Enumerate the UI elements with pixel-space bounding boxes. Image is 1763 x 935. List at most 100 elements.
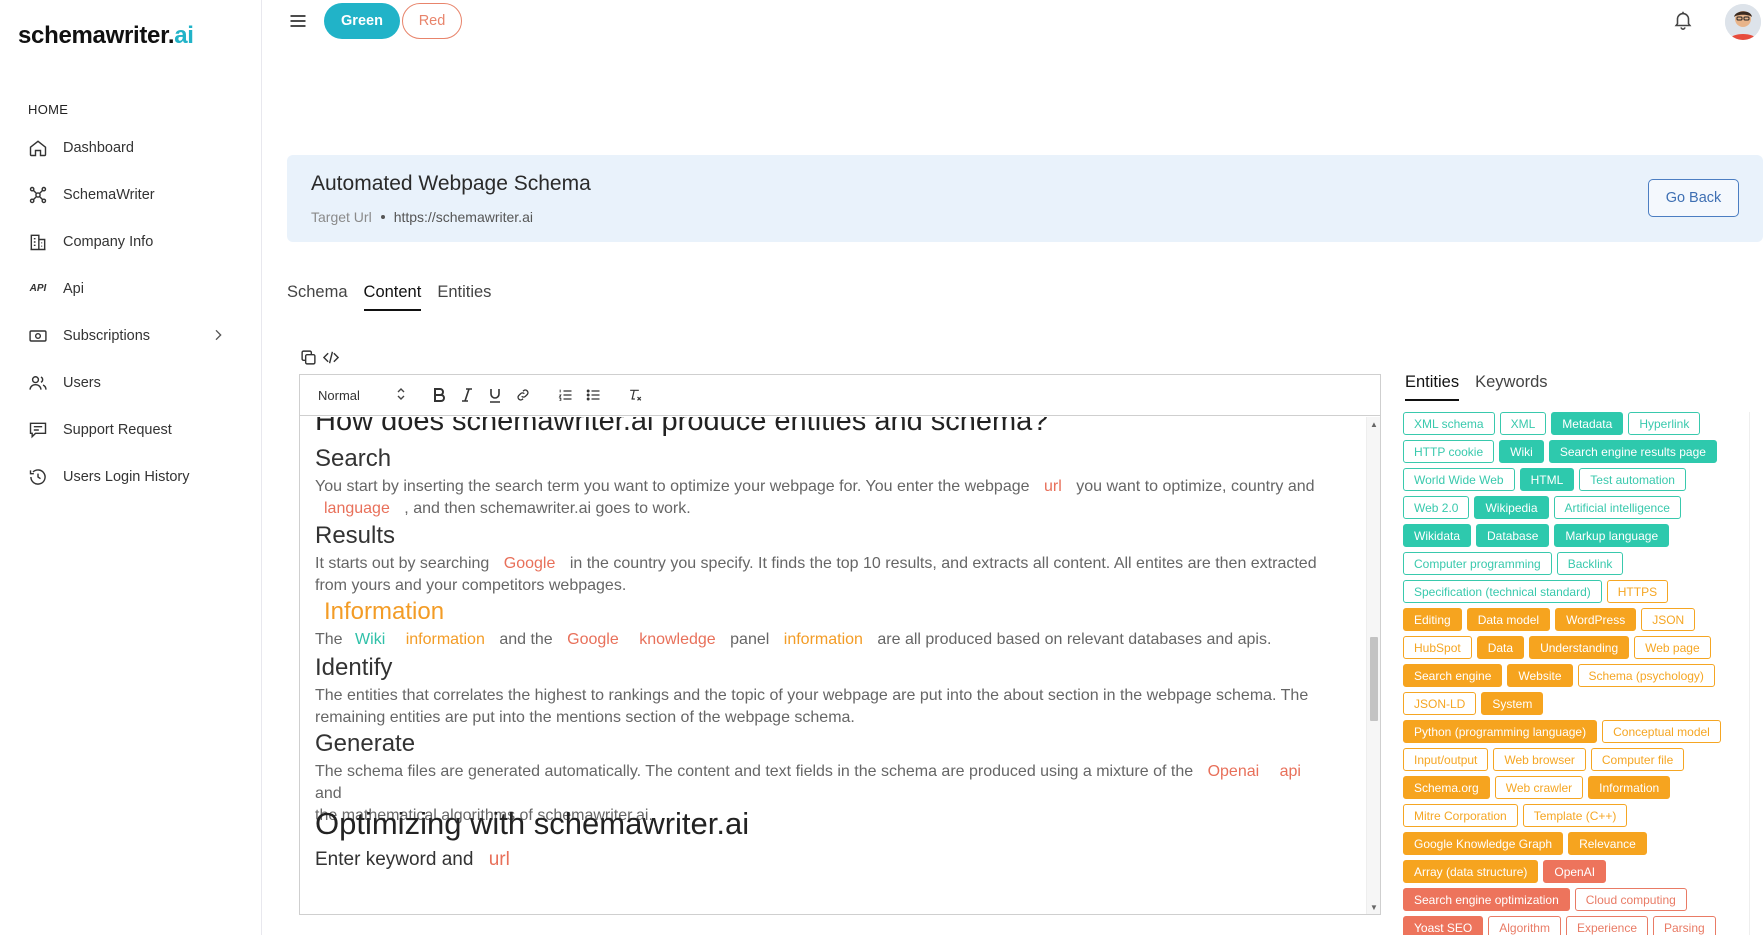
bullet-list-icon[interactable] [584,386,602,404]
entity-chip[interactable]: Parsing [1653,916,1716,935]
editor-content[interactable]: How does schemawriter.ai produce entitie… [300,417,1366,914]
entity-chip[interactable]: Schema.org [1403,776,1490,799]
italic-icon[interactable] [458,386,476,404]
entity-chip[interactable]: Cloud computing [1574,888,1687,911]
entity-chip[interactable]: Website [1507,664,1573,687]
entity-chip[interactable]: WordPress [1555,608,1637,631]
menu-icon[interactable] [288,11,308,31]
heading-information[interactable]: Information [324,598,1336,626]
red-theme-button[interactable]: Red [402,3,462,39]
entity-link-api[interactable]: api [1280,763,1301,780]
entity-chip[interactable]: HTTPS [1606,580,1669,603]
code-icon[interactable] [322,349,340,366]
entity-chip[interactable]: Web crawler [1494,776,1584,799]
entity-chip[interactable]: Yoast SEO [1403,916,1484,935]
brand-logo[interactable]: schemawriter.ai [18,22,194,50]
entity-chip[interactable]: Markup language [1554,524,1670,547]
entity-chip[interactable]: Conceptual model [1602,720,1721,743]
entity-chip[interactable]: Python (programming language) [1403,720,1598,743]
entity-chip[interactable]: Mitre Corporation [1403,804,1518,827]
green-theme-button[interactable]: Green [324,3,400,39]
tab-schema[interactable]: Schema [287,283,348,311]
link-icon[interactable] [514,386,532,404]
entity-chip[interactable]: Google Knowledge Graph [1403,832,1564,855]
go-back-button[interactable]: Go Back [1648,179,1739,217]
entity-chip[interactable]: JSON-LD [1403,692,1477,715]
clear-format-icon[interactable] [626,386,644,404]
entity-chip[interactable]: Algorithm [1488,916,1561,935]
format-select[interactable]: Normal [318,387,406,404]
entity-chip[interactable]: Backlink [1556,552,1624,575]
entity-chip[interactable]: System [1481,692,1544,715]
entity-chip[interactable]: Web page [1634,636,1711,659]
entity-chip[interactable]: Test automation [1579,468,1686,491]
entity-chip[interactable]: Wikidata [1403,524,1472,547]
entity-chip[interactable]: Array (data structure) [1403,860,1539,883]
entity-link-language[interactable]: language [324,500,390,517]
entity-chip[interactable]: Computer file [1590,748,1685,771]
entity-chip[interactable]: Template (C++) [1522,804,1628,827]
sidebar-item-users-login-history[interactable]: Users Login History [0,453,262,500]
entity-chip[interactable]: Experience [1565,916,1648,935]
entity-chip[interactable]: JSON [1641,608,1696,631]
entity-link-openai[interactable]: Openai [1208,763,1260,780]
entity-chip[interactable]: HTML [1519,468,1575,491]
entity-chip[interactable]: Artificial intelligence [1553,496,1681,519]
entity-chip[interactable]: Hyperlink [1628,412,1701,435]
entity-chip[interactable]: Web 2.0 [1403,496,1470,519]
sidebar-item-company-info[interactable]: Company Info [0,218,262,265]
entity-chip[interactable]: Editing [1403,608,1462,631]
entity-link-google[interactable]: Google [504,555,556,572]
entity-chip[interactable]: Metadata [1551,412,1624,435]
entity-chip[interactable]: XML schema [1403,412,1495,435]
sidebar-item-dashboard[interactable]: Dashboard [0,124,262,171]
entity-chip[interactable]: XML [1499,412,1547,435]
entity-chip[interactable]: Database [1476,524,1550,547]
tab-keywords[interactable]: Keywords [1475,373,1547,401]
scroll-down-icon[interactable]: ▼ [1369,902,1379,912]
entity-link-google[interactable]: Google [567,631,619,648]
entity-link-wiki[interactable]: Wiki [355,631,385,648]
entity-chip[interactable]: Schema (psychology) [1577,664,1715,687]
entity-chip[interactable]: Understanding [1529,636,1630,659]
entity-chip[interactable]: HTTP cookie [1403,440,1495,463]
copy-icon[interactable] [300,349,317,366]
entity-chip[interactable]: OpenAI [1543,860,1607,883]
sidebar-item-users[interactable]: Users [0,359,262,406]
entity-chip[interactable]: Specification (technical standard) [1403,580,1602,603]
sidebar-item-subscriptions[interactable]: Subscriptions [0,312,262,359]
sidebar-item-api[interactable]: API Api [0,265,262,312]
entity-chip[interactable]: Search engine optimization [1403,888,1570,911]
sidebar-item-support-request[interactable]: Support Request [0,406,262,453]
entity-link-information[interactable]: information [784,631,863,648]
entity-chip[interactable]: World Wide Web [1403,468,1515,491]
entity-link-url[interactable]: url [489,849,510,870]
tab-content[interactable]: Content [363,283,421,311]
entity-link-information[interactable]: information [406,631,485,648]
entity-chip[interactable]: Wikipedia [1474,496,1549,519]
entity-chip[interactable]: Web browser [1493,748,1586,771]
tab-entities-panel[interactable]: Entities [1405,373,1460,401]
entity-chip[interactable]: Information [1588,776,1671,799]
editor-scrollbar[interactable]: ▲ ▼ [1366,417,1380,914]
bold-icon[interactable] [430,386,448,404]
scrollbar-thumb[interactable] [1370,637,1378,721]
underline-icon[interactable] [486,386,504,404]
entity-chip[interactable]: Computer programming [1403,552,1552,575]
entity-link-knowledge[interactable]: knowledge [639,631,716,648]
entity-chip[interactable]: Data [1476,636,1525,659]
avatar[interactable] [1725,4,1761,40]
entity-chip[interactable]: HubSpot [1403,636,1472,659]
entity-chip[interactable]: Relevance [1568,832,1647,855]
entity-chip[interactable]: Search engine results page [1548,440,1717,463]
entity-chip[interactable]: Data model [1466,608,1551,631]
entity-chip[interactable]: Search engine [1403,664,1503,687]
ordered-list-icon[interactable] [556,386,574,404]
entity-link-url[interactable]: url [1044,478,1062,495]
sidebar-item-schemawriter[interactable]: SchemaWriter [0,171,262,218]
tab-entities[interactable]: Entities [437,283,491,311]
entity-chip[interactable]: Wiki [1499,440,1544,463]
entity-chip[interactable]: Input/output [1403,748,1489,771]
scroll-up-icon[interactable]: ▲ [1369,419,1379,429]
bell-icon[interactable] [1672,9,1694,31]
